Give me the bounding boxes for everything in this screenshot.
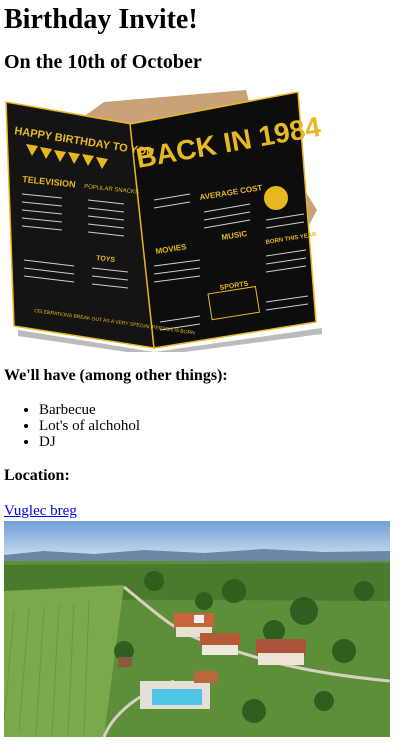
page-title: Birthday Invite! xyxy=(4,4,198,35)
date-heading: On the 10th of October xyxy=(4,51,202,73)
card-dollar-badge xyxy=(264,186,288,210)
list-item: DJ xyxy=(39,434,398,450)
list-item: Lot's of alchohol xyxy=(39,418,398,434)
items-list: Barbecue Lot's of alchohol DJ xyxy=(4,402,398,450)
have-heading: We'll have (among other things): xyxy=(4,367,228,384)
list-item: Barbecue xyxy=(39,402,398,418)
location-heading: Location: xyxy=(4,467,70,484)
location-link[interactable]: Vuglec breg xyxy=(4,502,77,520)
location-aerial-image xyxy=(4,521,390,737)
pool xyxy=(152,689,202,705)
page: Birthday Invite! On the 10th of October … xyxy=(0,0,402,737)
birthday-card-image: HAPPY BIRTHDAY TO YOU TELEVISION POPULAR… xyxy=(5,90,323,352)
